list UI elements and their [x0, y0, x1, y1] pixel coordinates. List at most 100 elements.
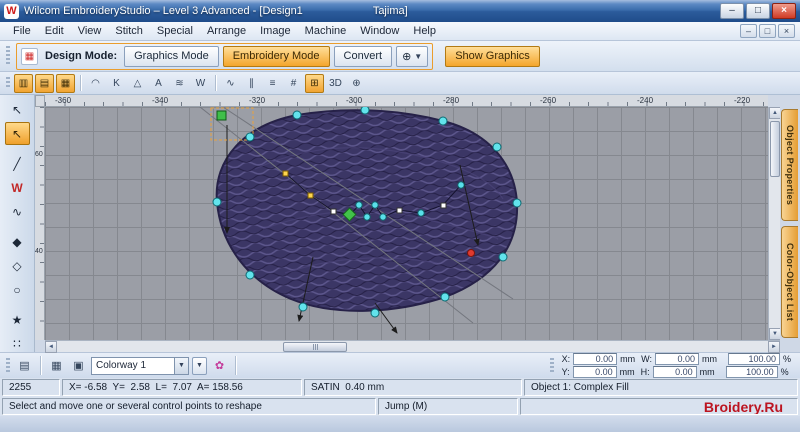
menu-item-special[interactable]: Special — [150, 23, 200, 39]
parallel-lines-icon[interactable]: ∥ — [242, 74, 261, 93]
ruler-tick: -320 — [249, 96, 266, 105]
lettering-tool[interactable]: W — [5, 176, 30, 199]
menu-item-help[interactable]: Help — [406, 23, 443, 39]
embroidery-object[interactable] — [215, 109, 519, 312]
circle-tool[interactable]: ○ — [5, 278, 30, 301]
three-d-view-icon[interactable]: 3D — [326, 74, 345, 93]
run-tool[interactable]: ∿ — [5, 200, 30, 223]
tab-object-properties[interactable]: Object Properties — [781, 109, 798, 221]
dockers-icon[interactable]: ▦ — [21, 47, 38, 65]
menu-item-stitch[interactable]: Stitch — [108, 23, 150, 39]
star-tool[interactable]: ★ — [5, 308, 30, 331]
horizontal-scroll-thumb[interactable] — [283, 342, 347, 352]
hoop-icon[interactable]: ⊞ — [305, 73, 324, 93]
hoop-dropdown-button[interactable]: ⊕ ▼ — [396, 45, 429, 67]
colorway-menu-button[interactable]: ▼ — [192, 356, 207, 375]
world-view-icon[interactable]: ⊕ — [347, 74, 366, 93]
window-title: Wilcom EmbroideryStudio – Level 3 Advanc… — [24, 5, 303, 17]
y-input[interactable]: 0.00 — [572, 366, 617, 378]
convert-button[interactable]: Convert — [333, 45, 393, 67]
app-icon-letter: W — [6, 5, 17, 17]
x-input[interactable]: 0.00 — [573, 353, 618, 365]
y-label: Y: — [561, 367, 570, 377]
print-icon[interactable]: ▣ — [69, 356, 88, 375]
satin-fill-icon[interactable]: ▤ — [35, 73, 54, 93]
lettering-k-icon[interactable]: K — [107, 74, 126, 93]
stitch-list-icon[interactable]: ≡ — [263, 74, 282, 93]
w-unit: mm — [701, 354, 717, 364]
window-controls: – □ × — [720, 3, 796, 19]
zigzag-stitch-icon[interactable]: ≋ — [170, 74, 189, 93]
mdi-restore-button[interactable]: □ — [759, 24, 776, 38]
reshape-tool[interactable]: ↖ — [4, 122, 30, 145]
motif-fill-icon[interactable]: ▦ — [56, 73, 75, 93]
x-label: X: — [561, 354, 571, 364]
menu-item-edit[interactable]: Edit — [38, 23, 71, 39]
mdi-close-button[interactable]: × — [778, 24, 795, 38]
mdi-minimize-button[interactable]: – — [740, 24, 757, 38]
show-graphics-button[interactable]: Show Graphics — [445, 45, 540, 67]
run-stitch-icon[interactable]: ∿ — [221, 74, 240, 93]
scroll-left-button[interactable]: ◄ — [45, 341, 57, 353]
scroll-right-button[interactable]: ► — [768, 341, 780, 353]
lettering-a-icon[interactable]: A — [149, 74, 168, 93]
ruler-tick: -280 — [443, 96, 460, 105]
outline-tool[interactable]: ◇ — [5, 254, 30, 277]
page-icon[interactable]: ▤ — [15, 356, 34, 375]
scale-x-input[interactable]: 100.00 — [727, 353, 780, 365]
menu-item-arrange[interactable]: Arrange — [200, 23, 253, 39]
menu-item-image[interactable]: Image — [253, 23, 298, 39]
tatami-fill-icon[interactable]: ▥ — [14, 73, 33, 93]
menu-item-view[interactable]: View — [71, 23, 109, 39]
x-unit: mm — [620, 354, 636, 364]
h-label: H: — [640, 367, 650, 377]
ruler-tick: 40 — [35, 248, 43, 255]
mesh-tool[interactable]: ∷ — [5, 332, 30, 355]
toolbar-grip[interactable] — [6, 46, 10, 66]
menu-item-window[interactable]: Window — [353, 23, 406, 39]
menu-item-file[interactable]: File — [6, 23, 38, 39]
object-info: Object 1: Complex Fill — [524, 379, 798, 396]
ruler-tick: -220 — [734, 96, 751, 105]
close-button[interactable]: × — [772, 3, 796, 19]
monogram-icon[interactable]: △ — [128, 74, 147, 93]
pencil-tool[interactable]: ╱ — [5, 152, 30, 175]
vertical-scrollbar[interactable]: ▲ ▼ — [768, 107, 781, 340]
design-canvas[interactable] — [45, 107, 768, 340]
motif-run-icon[interactable]: W — [191, 74, 210, 93]
select-tool[interactable]: ↖ — [5, 98, 30, 121]
toolbar-separator — [80, 75, 81, 91]
toolbar-grip[interactable] — [6, 77, 10, 89]
status-bar: 2255 X= -6.58 Y= 2.58 L= 7.07 A= 158.56 … — [0, 378, 800, 397]
workspace: ↖ ↖ ╱ W ∿ ◆ ◇ ○ ★ ∷ -360 -340 -320 -300 … — [0, 95, 800, 355]
window-edge — [0, 416, 800, 432]
toolbar-grip[interactable] — [6, 358, 10, 373]
ruler-tick: -340 — [152, 96, 169, 105]
colorway-select[interactable]: Colorway 1 ▼ — [91, 356, 189, 375]
start-point-marker[interactable] — [216, 110, 227, 121]
minimize-button[interactable]: – — [720, 3, 744, 19]
image-icon[interactable]: ▦ — [47, 356, 66, 375]
percent-label: % — [780, 367, 789, 377]
menu-item-machine[interactable]: Machine — [298, 23, 354, 39]
colorway-editor-icon[interactable]: ✿ — [210, 356, 229, 375]
horizontal-scrollbar[interactable]: ◄ ► — [45, 340, 780, 353]
globe-icon: ⊕ — [402, 50, 412, 63]
embroidery-mode-button[interactable]: Embroidery Mode — [222, 45, 330, 67]
graphics-mode-button[interactable]: Graphics Mode — [124, 45, 219, 67]
complex-fill-tool[interactable]: ◆ — [5, 230, 30, 253]
maximize-button[interactable]: □ — [746, 3, 770, 19]
tab-color-object-list[interactable]: Color-Object List — [781, 226, 798, 338]
w-input[interactable]: 0.00 — [654, 353, 699, 365]
h-input[interactable]: 0.00 — [652, 366, 697, 378]
contour-fill-icon[interactable]: ◠ — [86, 74, 105, 93]
scale-y-input[interactable]: 100.00 — [725, 366, 778, 378]
toolbar-grip[interactable] — [549, 358, 554, 373]
chevron-down-icon[interactable]: ▼ — [174, 357, 188, 374]
toolbar-separator — [40, 356, 41, 375]
ruler-tick: -240 — [637, 96, 654, 105]
hint-bar: Select and move one or several control p… — [0, 397, 800, 416]
vertical-scroll-thumb[interactable] — [770, 121, 780, 177]
grid-icon[interactable]: # — [284, 74, 303, 93]
horizontal-ruler: -360 -340 -320 -300 -280 -260 -240 -220 — [45, 95, 768, 107]
